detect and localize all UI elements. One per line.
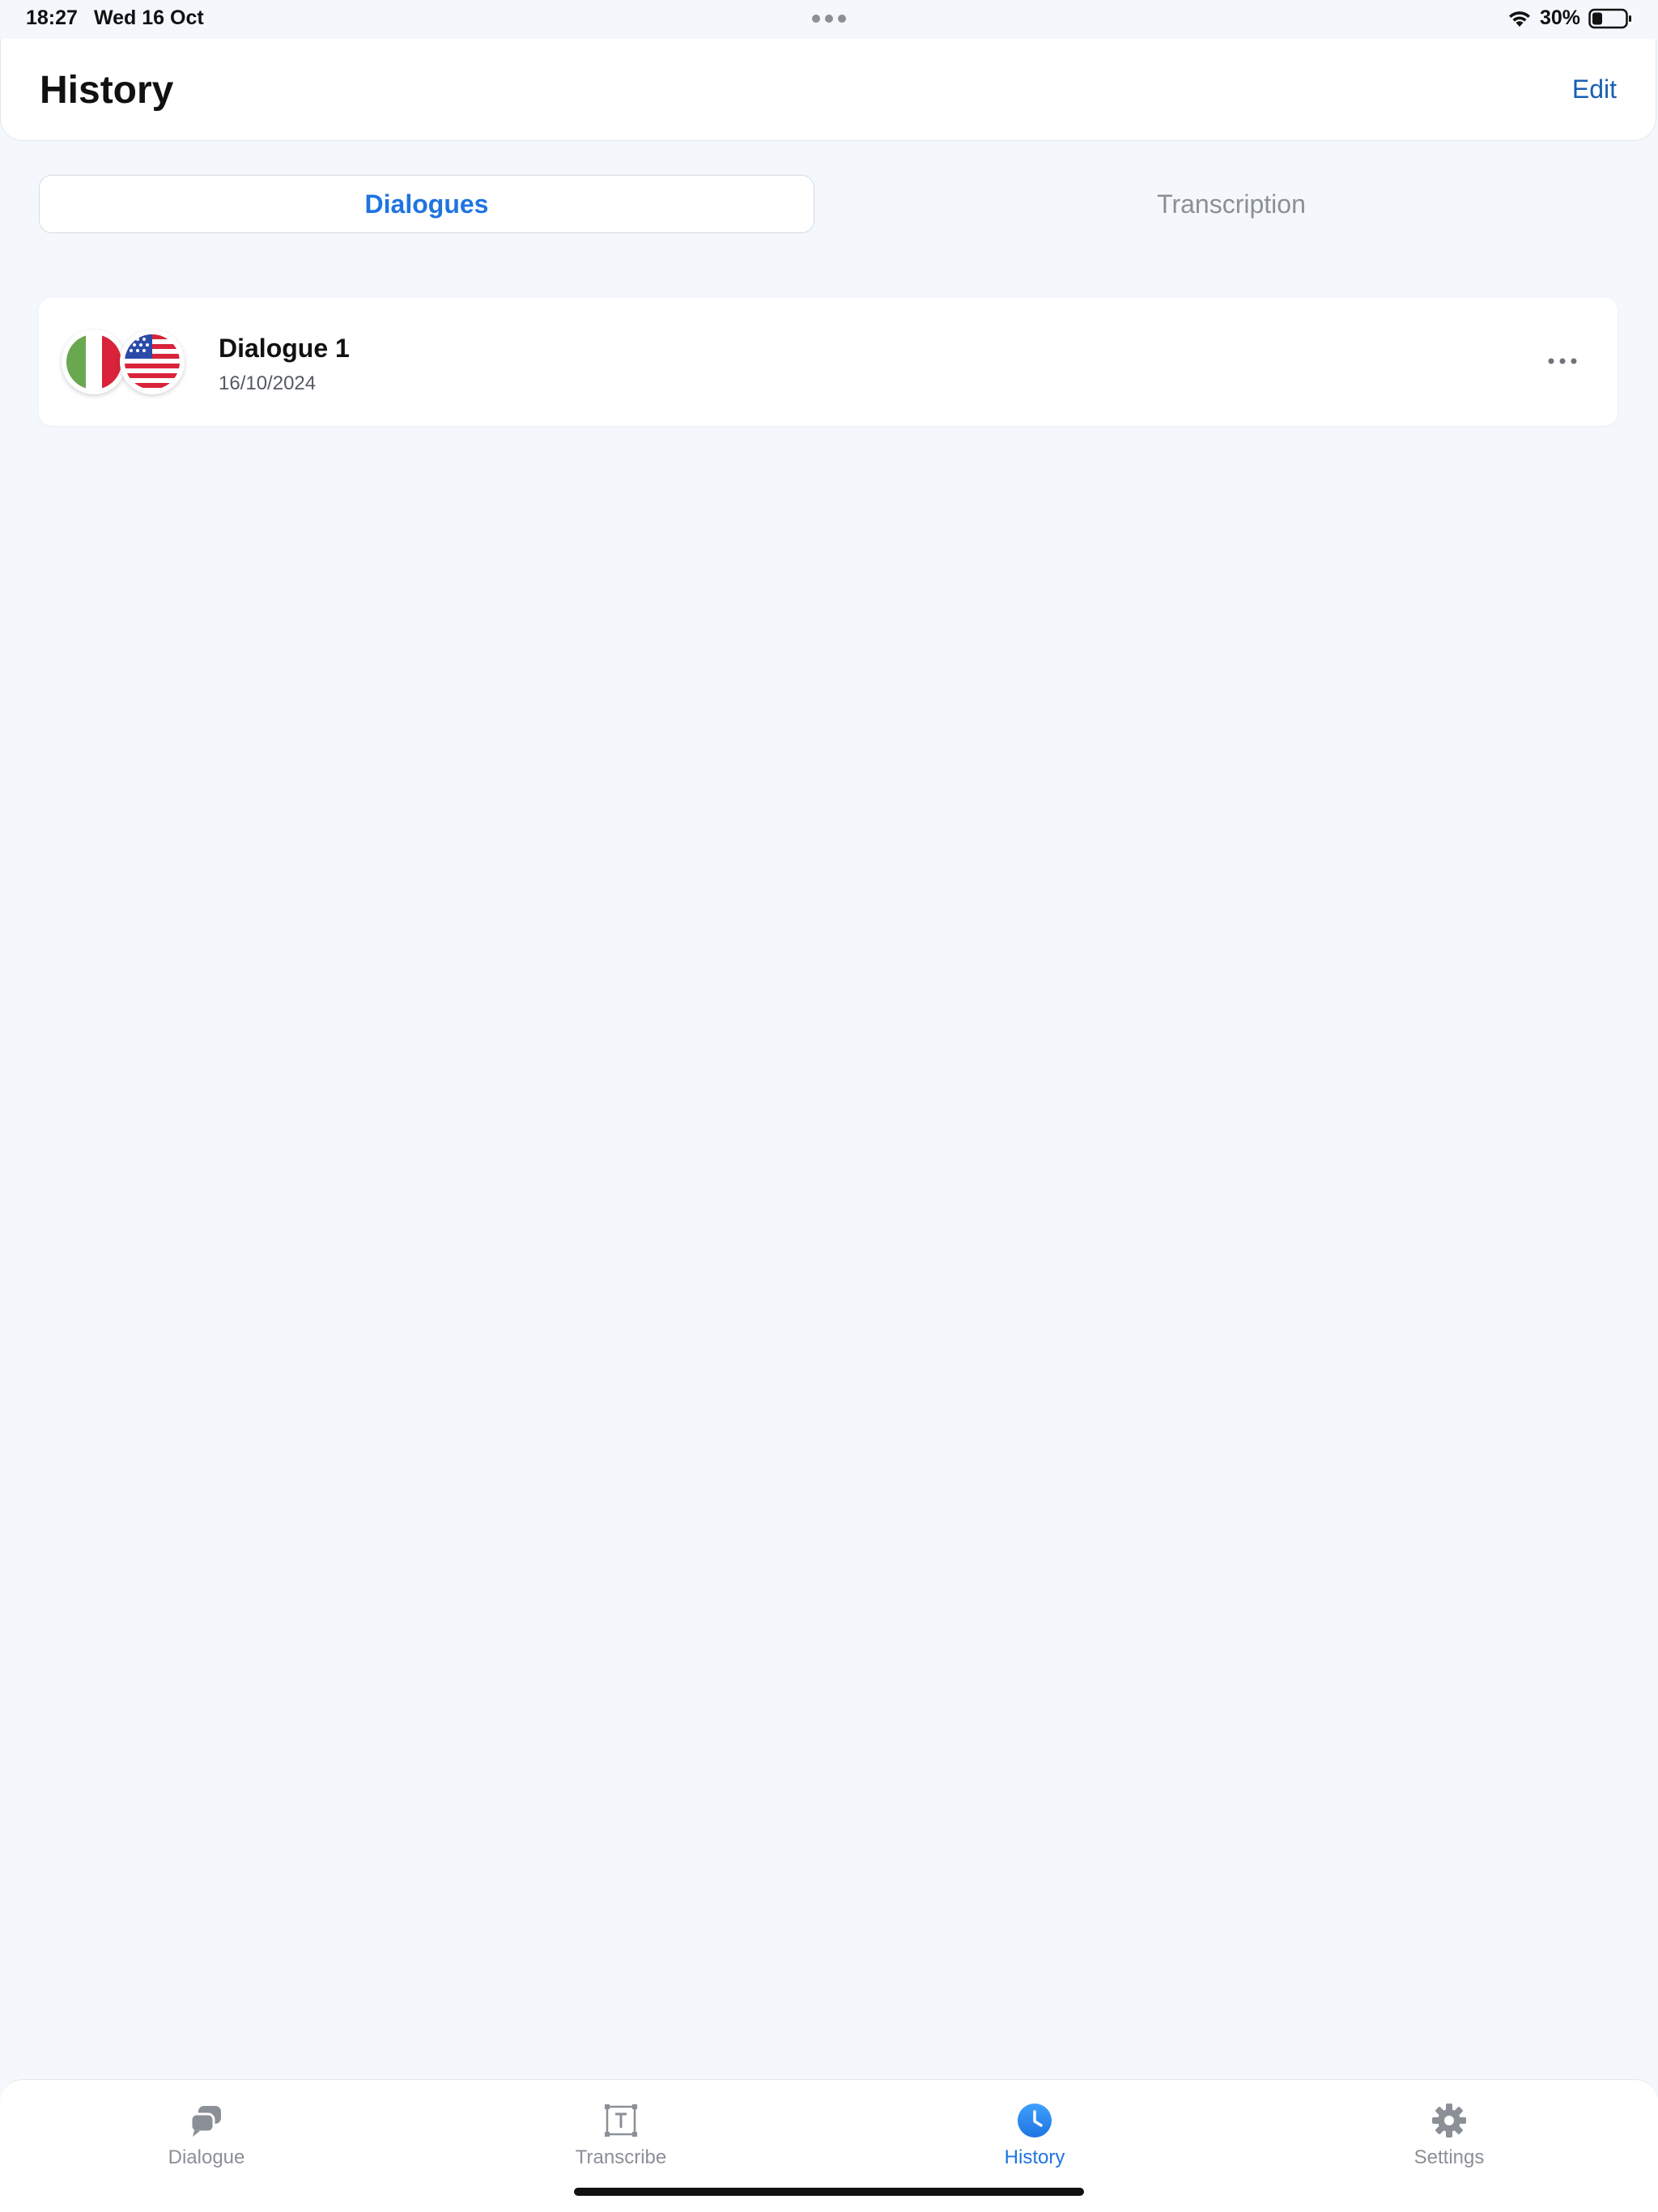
tab-bar-label: Transcribe (575, 2146, 667, 2168)
tab-bar-item-settings[interactable]: Settings (1352, 2101, 1546, 2182)
wifi-icon (1508, 11, 1530, 27)
tab-bar-label: Settings (1414, 2146, 1485, 2168)
chat-bubbles-icon (189, 2106, 221, 2137)
dialogue-date: 16/10/2024 (219, 372, 317, 394)
tab-transcription[interactable]: Transcription (844, 175, 1619, 233)
tab-bar-item-dialogue[interactable]: Dialogue (109, 2101, 304, 2182)
battery-icon (1588, 8, 1631, 28)
status-time: 18:27 (26, 6, 78, 29)
segmented-control: Dialogues Transcription (39, 175, 1619, 233)
home-indicator[interactable] (574, 2188, 1084, 2196)
usa-flag-icon (120, 330, 185, 394)
status-date: Wed 16 Oct (94, 6, 204, 29)
edit-button[interactable]: Edit (1572, 74, 1617, 104)
tab-bar-item-transcribe[interactable]: Transcribe (524, 2101, 718, 2182)
tab-bar-item-history[interactable]: History (937, 2101, 1132, 2182)
header-bar: History Edit (0, 39, 1656, 141)
italy-flag-icon (62, 330, 126, 394)
more-options-icon[interactable] (1540, 347, 1585, 376)
dialogue-title: Dialogue 1 (219, 334, 350, 363)
page-title: History (40, 69, 174, 112)
gear-icon (1432, 2104, 1466, 2138)
battery-percentage: 30% (1539, 6, 1580, 29)
multitasking-dots-icon[interactable] (810, 8, 848, 29)
dialogue-list-item[interactable]: Dialogue 1 16/10/2024 (39, 298, 1618, 426)
tab-bar-label: History (1004, 2146, 1065, 2168)
tab-bar-label: Dialogue (168, 2146, 245, 2168)
text-box-icon (605, 2104, 637, 2137)
status-bar: 18:27 Wed 16 Oct 30% (0, 0, 1658, 39)
tab-dialogues[interactable]: Dialogues (39, 175, 814, 233)
status-indicators: 30% (1507, 6, 1632, 30)
clock-icon (1018, 2104, 1052, 2138)
